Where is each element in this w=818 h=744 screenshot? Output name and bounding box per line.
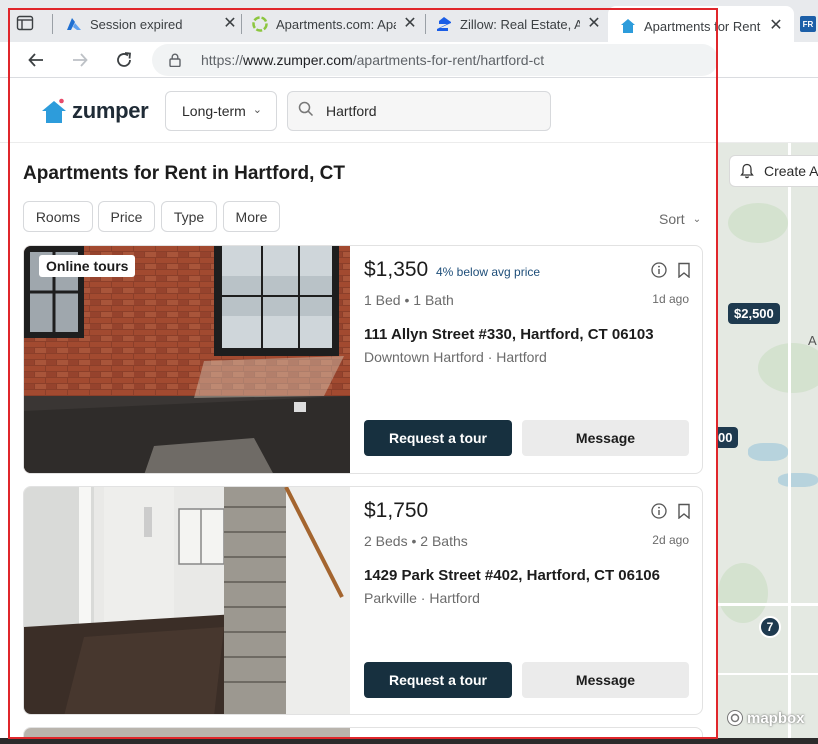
map-cluster[interactable]: 7: [759, 616, 781, 638]
reload-icon[interactable]: [113, 49, 135, 71]
map-price-pin[interactable]: 00: [718, 427, 739, 448]
tab-separator: [241, 14, 242, 34]
address-bar[interactable]: https://www.zumper.com/apartments-for-re…: [152, 44, 718, 76]
tab-zumper-active[interactable]: Apartments for Rent In ✕: [608, 6, 794, 46]
listing-address[interactable]: 111 Allyn Street #330, Hartford, CT 0610…: [364, 326, 654, 343]
beds-baths: 1 Bed • 1 Bath: [364, 292, 454, 308]
listing-neighborhood: Downtown Hartford · Hartford: [364, 349, 547, 365]
request-tour-button[interactable]: Request a tour: [364, 662, 512, 698]
mapbox-icon: [727, 710, 743, 726]
listing-price: $1,750: [364, 499, 429, 522]
map-panel[interactable]: Create A $2,500 00 7 A mapbox: [718, 143, 818, 744]
search-input[interactable]: [326, 103, 526, 119]
listing-price: $1,350: [364, 258, 429, 281]
listing-address[interactable]: 1429 Park Street #402, Hartford, CT 0610…: [364, 567, 660, 584]
listings-panel: Apartments for Rent in Hartford, CT Room…: [0, 143, 718, 744]
tab-title: Apartments.com: Apar: [276, 16, 396, 32]
url-domain: www.zumper.com: [243, 52, 353, 68]
site-header: zumper Long-term ⌄: [0, 79, 818, 143]
tab-actions-icon[interactable]: [16, 14, 34, 32]
create-alert-button[interactable]: Create A: [729, 155, 818, 187]
map-road: [788, 143, 791, 744]
listing-info: $1,750 2 Beds • 2 Baths 2d ago 1429 Park…: [364, 487, 702, 714]
close-tab-icon[interactable]: ✕: [222, 16, 238, 32]
taskbar-strip: [0, 738, 818, 744]
map-road: [718, 603, 818, 606]
zumper-house-icon: [42, 98, 66, 123]
tab-zillow[interactable]: Zillow: Real Estate, Ap ✕: [436, 8, 602, 40]
bell-icon: [740, 163, 754, 179]
mapbox-label: mapbox: [747, 709, 805, 727]
fr-icon-label: FR: [802, 19, 814, 29]
chevron-down-icon: ⌄: [692, 213, 702, 225]
bookmark-icon[interactable]: [677, 262, 691, 283]
tab-bar: Session expired ✕ Apartments.com: Apar ✕…: [0, 0, 818, 46]
url-text: https://www.zumper.com/apartments-for-re…: [201, 52, 544, 68]
filter-type[interactable]: Type: [161, 201, 217, 232]
close-tab-icon[interactable]: ✕: [586, 16, 602, 32]
rental-term-select[interactable]: Long-term ⌄: [165, 91, 277, 131]
listing-info: $1,350 4% below avg price 1 Bed • 1 Bath…: [364, 246, 702, 473]
search-icon: [298, 101, 314, 122]
tab-title: Session expired: [90, 16, 183, 32]
tab-separator: [52, 14, 53, 34]
listing-age: 2d ago: [652, 533, 689, 547]
message-button[interactable]: Message: [522, 420, 689, 456]
listing-photo[interactable]: [24, 487, 350, 714]
apartments-com-icon: [252, 16, 268, 32]
listing-photo[interactable]: Online tours: [24, 246, 350, 473]
sort-label: Sort: [659, 211, 685, 227]
mapbox-logo[interactable]: mapbox: [726, 709, 805, 727]
listing-card[interactable]: Online tours $1,350 4% below avg price 1…: [23, 245, 703, 474]
listing-neighborhood: Parkville · Hartford: [364, 590, 480, 606]
tab-title: Apartments for Rent In: [644, 18, 762, 34]
tab-apartments-com[interactable]: Apartments.com: Apar ✕: [252, 8, 418, 40]
azure-icon: [66, 16, 82, 32]
bookmark-icon[interactable]: [677, 503, 691, 524]
request-tour-button[interactable]: Request a tour: [364, 420, 512, 456]
message-button[interactable]: Message: [522, 662, 689, 698]
map-park: [728, 203, 788, 243]
browser-toolbar: https://www.zumper.com/apartments-for-re…: [0, 42, 818, 78]
tab-fr[interactable]: FR: [800, 8, 818, 40]
tab-session-expired[interactable]: Session expired ✕: [66, 8, 238, 40]
beds-baths: 2 Beds • 2 Baths: [364, 533, 468, 549]
url-prefix: https://: [201, 52, 244, 68]
lock-icon[interactable]: [169, 53, 181, 72]
info-icon[interactable]: [651, 503, 667, 524]
create-alert-label: Create A: [764, 163, 818, 179]
zumper-icon: [620, 18, 636, 34]
listing-age: 1d ago: [652, 292, 689, 306]
filter-price[interactable]: Price: [98, 201, 155, 232]
close-tab-icon[interactable]: ✕: [402, 16, 418, 32]
price-deal-label: 4% below avg price: [436, 265, 541, 279]
url-path: /apartments-for-rent/hartford-ct: [352, 52, 545, 68]
map-place-label: A: [808, 333, 817, 348]
page-viewport: zumper Long-term ⌄ Apartments for Rent i…: [0, 79, 818, 744]
map-road: [718, 673, 818, 675]
page-title: Apartments for Rent in Hartford, CT: [23, 163, 345, 184]
zumper-logo[interactable]: zumper: [40, 97, 149, 125]
fr-icon: FR: [800, 16, 816, 32]
online-tours-badge: Online tours: [39, 255, 136, 277]
map-park: [718, 563, 768, 623]
rental-term-value: Long-term: [182, 103, 246, 119]
map-river: [778, 473, 818, 487]
tab-separator: [425, 14, 426, 34]
chevron-down-icon: ⌄: [252, 104, 262, 116]
sort-dropdown[interactable]: Sort ⌄: [659, 211, 701, 227]
zillow-icon: [436, 16, 452, 32]
listing-card[interactable]: $1,750 2 Beds • 2 Baths 2d ago 1429 Park…: [23, 486, 703, 715]
brand-name: zumper: [72, 98, 149, 123]
tab-title: Zillow: Real Estate, Ap: [460, 16, 580, 32]
map-river: [748, 443, 788, 461]
back-icon[interactable]: [25, 49, 47, 71]
close-tab-icon[interactable]: ✕: [768, 18, 784, 34]
filter-more[interactable]: More: [223, 201, 280, 232]
info-icon[interactable]: [651, 262, 667, 283]
map-price-pin[interactable]: $2,500: [728, 303, 780, 324]
location-search[interactable]: [287, 91, 551, 131]
forward-icon[interactable]: [69, 49, 91, 71]
filter-rooms[interactable]: Rooms: [23, 201, 93, 232]
